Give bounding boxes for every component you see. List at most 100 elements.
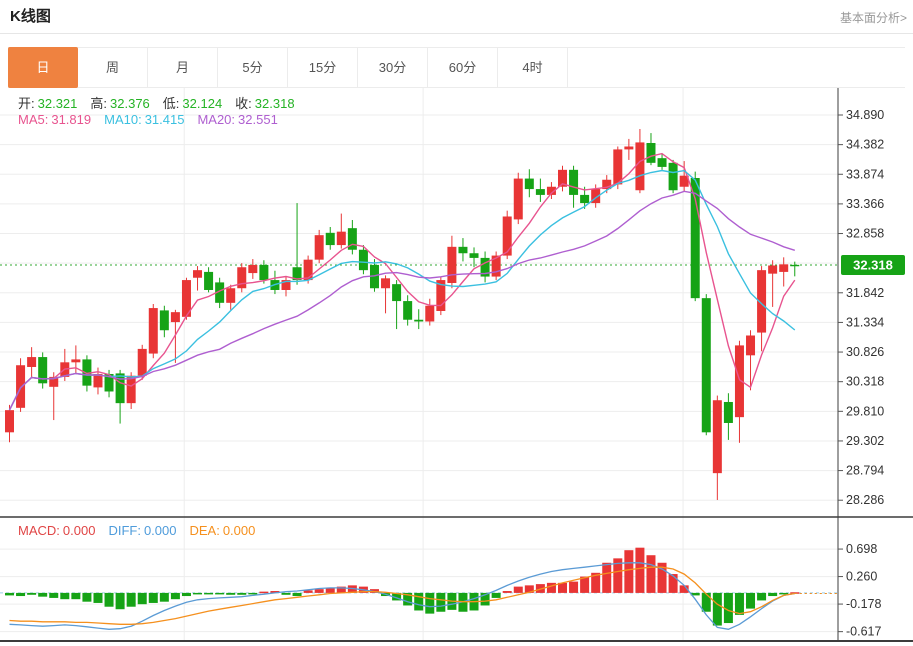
tab-week[interactable]: 周 (78, 48, 148, 87)
macd-y-label: 0.698 (846, 542, 877, 556)
ohlc-legend-high: 高:32.376 (90, 96, 149, 111)
tab-15min[interactable]: 15分 (288, 48, 358, 87)
main-y-label: 28.794 (846, 464, 884, 478)
ohlc-legend-close: 收:32.318 (235, 96, 294, 111)
macd-bar (38, 593, 47, 597)
macd-bar (735, 593, 744, 615)
main-y-label: 29.810 (846, 404, 884, 418)
macd-bar (713, 593, 722, 626)
main-y-label: 34.382 (846, 138, 884, 152)
macd-bar (602, 563, 611, 593)
macd-bar (49, 593, 58, 598)
ma10-line (10, 171, 795, 411)
candle (193, 270, 202, 278)
candle (16, 365, 25, 408)
macd-bar (624, 550, 633, 593)
kline-chart-canvas[interactable]: 34.89034.38233.87433.36632.85831.84231.3… (0, 88, 913, 646)
candle (359, 250, 368, 270)
main-y-label: 30.826 (846, 345, 884, 359)
macd-bar (514, 587, 523, 593)
ma5-line (10, 154, 795, 411)
macd-bar (93, 593, 102, 603)
macd-bar (569, 582, 578, 593)
main-y-label: 33.366 (846, 197, 884, 211)
macd-y-label: -0.178 (846, 597, 881, 611)
tab-5min[interactable]: 5分 (218, 48, 288, 87)
candle (392, 284, 401, 301)
candle (779, 264, 788, 272)
candle (458, 247, 467, 253)
ma-legend: MA5:31.819MA10:31.415MA20:32.551 (18, 112, 291, 127)
candle (580, 195, 589, 203)
main-y-label: 28.286 (846, 493, 884, 507)
ohlc-legend-open: 开:32.321 (18, 96, 77, 111)
macd-y-label: -0.617 (846, 625, 881, 639)
macd-bar (646, 555, 655, 593)
macd-bar (746, 593, 755, 609)
macd-bar (315, 589, 324, 593)
macd-bar (16, 593, 25, 596)
tab-30min[interactable]: 30分 (358, 48, 428, 87)
candle (304, 260, 313, 280)
macd-bar (82, 593, 91, 602)
ohlc-legend-low: 低:32.124 (163, 96, 222, 111)
macd-bar (182, 593, 191, 596)
candle (27, 357, 36, 367)
candle (790, 265, 799, 266)
macd-bar (635, 548, 644, 593)
tab-60min[interactable]: 60分 (428, 48, 498, 87)
macd-bar (237, 593, 246, 595)
tab-4hour[interactable]: 4时 (498, 48, 568, 87)
fundamental-analysis-link[interactable]: 基本面分析> (840, 9, 907, 26)
candle (171, 312, 180, 322)
candle (768, 265, 777, 273)
candle (160, 310, 169, 330)
macd-bar (27, 593, 36, 595)
macd-bar (425, 593, 434, 614)
macd-bar (160, 593, 169, 602)
candle (470, 253, 479, 258)
tab-day[interactable]: 日 (8, 47, 78, 88)
macd-y-label: 0.260 (846, 570, 877, 584)
candle (149, 308, 158, 353)
macd-bar (138, 593, 147, 604)
candle (138, 349, 147, 376)
macd-bar (5, 593, 14, 596)
main-y-label: 33.874 (846, 167, 884, 181)
candle (536, 189, 545, 195)
candle (326, 233, 335, 245)
candle (669, 163, 678, 190)
kline-page: K线图 基本面分析> 日周月5分15分30分60分4时 开:32.321高:32… (0, 0, 913, 646)
macd-bar (768, 593, 777, 596)
candle (127, 376, 136, 403)
macd-bar (669, 574, 678, 593)
macd-bar (436, 593, 445, 612)
candle (635, 142, 644, 190)
candle (248, 265, 257, 273)
candle (746, 335, 755, 355)
macd-bar (702, 593, 711, 612)
candle (337, 232, 346, 245)
candle (646, 143, 655, 163)
macd-bar (779, 593, 788, 595)
main-y-label: 34.890 (846, 108, 884, 122)
candle (525, 179, 534, 189)
candle (403, 301, 412, 320)
ma-legend-ma10: MA10:31.415 (104, 112, 184, 127)
candle (5, 410, 14, 432)
macd-bar (127, 593, 136, 607)
macd-bar (248, 593, 257, 595)
macd-bar (547, 583, 556, 593)
header-divider (0, 33, 913, 34)
candle (724, 402, 733, 423)
macd-legend-macd: MACD:0.000 (18, 523, 95, 538)
macd-bar (492, 593, 501, 598)
main-y-label: 31.334 (846, 315, 884, 329)
candle (569, 170, 578, 195)
candle (259, 265, 268, 280)
macd-bar (171, 593, 180, 599)
candle (613, 149, 622, 184)
tab-month[interactable]: 月 (148, 48, 218, 87)
candle (514, 179, 523, 220)
macd-bar (149, 593, 158, 603)
